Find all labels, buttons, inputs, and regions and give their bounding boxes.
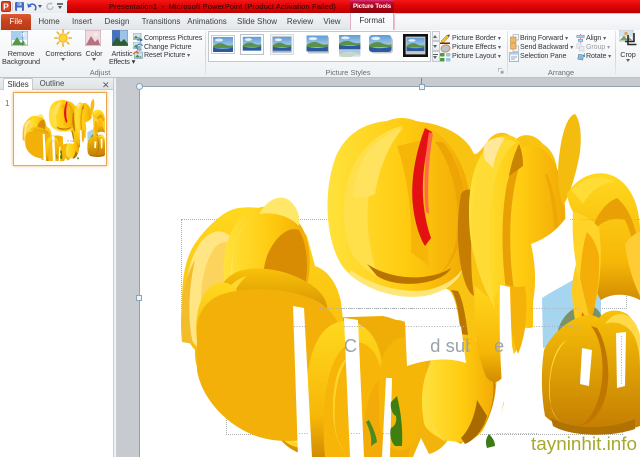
svg-text:P: P (3, 2, 9, 12)
